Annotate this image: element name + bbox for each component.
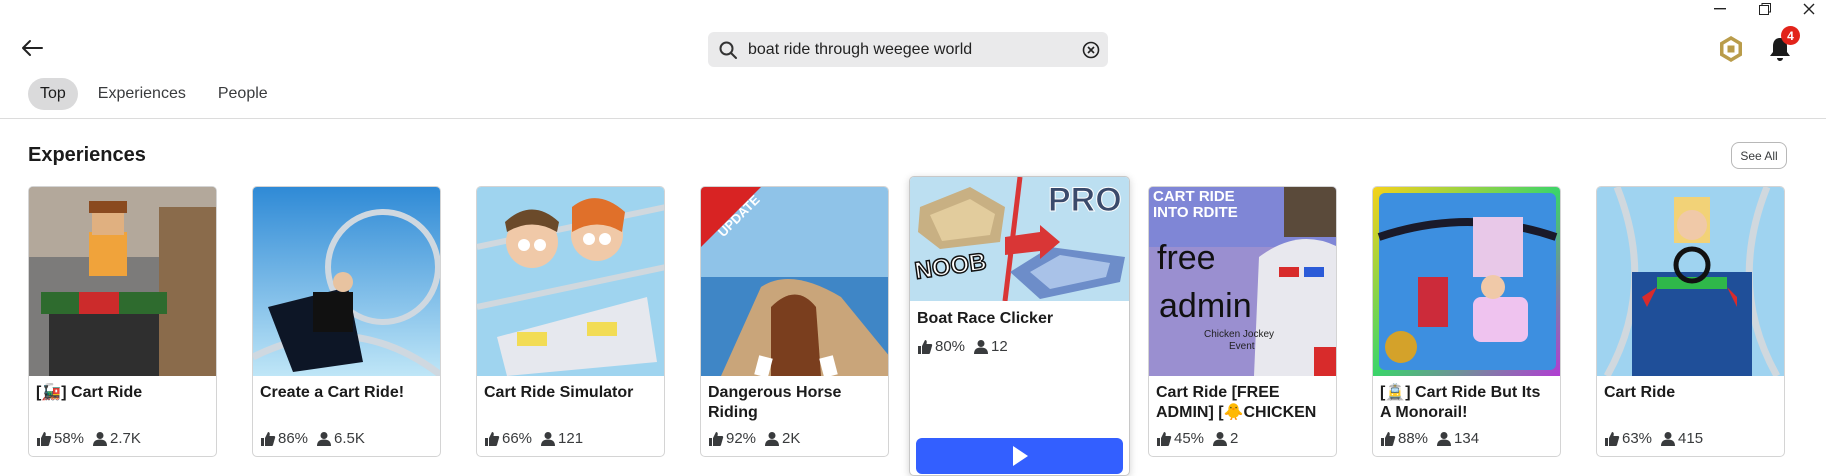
- players-icon: [1213, 431, 1228, 446]
- players-icon: [317, 431, 332, 446]
- experience-title: Dangerous Horse Riding: [708, 384, 842, 421]
- robux-icon: [1720, 36, 1742, 62]
- experience-thumbnail: [1597, 187, 1784, 376]
- experience-thumbnail: UPDATE: [701, 187, 888, 376]
- thumbs-up-icon: [1381, 431, 1396, 446]
- minimize-button[interactable]: [1706, 0, 1734, 18]
- player-count: 2: [1230, 430, 1239, 447]
- experience-card[interactable]: [🚊] Cart Ride But Its A Monorail! 88% 13…: [1372, 186, 1561, 457]
- close-window-button[interactable]: [1795, 0, 1823, 18]
- thumb-text-pro: PRO: [1048, 181, 1122, 219]
- experience-thumbnail: NOOB PRO: [910, 177, 1129, 301]
- experience-thumbnail: [1373, 187, 1560, 376]
- experience-card[interactable]: Cart Ride Simulator 66% 121: [476, 186, 665, 457]
- section-title: Experiences: [28, 144, 146, 166]
- experience-stats: 86% 6.5K: [260, 430, 373, 447]
- player-count: 121: [558, 430, 584, 447]
- experience-stats: 66% 121: [484, 430, 591, 447]
- rating-value: 63%: [1622, 430, 1653, 447]
- experience-stats: 80% 12: [917, 338, 1016, 355]
- thumb-text: INTO RDITE: [1153, 204, 1238, 221]
- experience-thumbnail: [477, 187, 664, 376]
- thumb-text: CART RIDE: [1153, 188, 1235, 205]
- restore-icon: [1759, 3, 1771, 15]
- experience-card[interactable]: UPDATE Dangerous Horse Riding 92% 2K: [700, 186, 889, 457]
- thumbs-up-icon: [709, 431, 724, 446]
- players-icon: [1661, 431, 1676, 446]
- experience-stats: 45% 2: [1156, 430, 1246, 447]
- experience-stats: 92% 2K: [708, 430, 808, 447]
- rating-value: 45%: [1174, 430, 1205, 447]
- players-icon: [974, 339, 989, 354]
- player-count: 134: [1454, 430, 1480, 447]
- player-count: 12: [991, 338, 1008, 355]
- clear-search-button[interactable]: [1074, 32, 1108, 67]
- thumbs-up-icon: [1605, 431, 1620, 446]
- filter-tabs: Top Experiences People: [28, 78, 288, 110]
- thumbs-up-icon: [918, 339, 933, 354]
- tab-people[interactable]: People: [206, 78, 280, 110]
- experience-stats: 88% 134: [1380, 430, 1487, 447]
- experience-title: [🚊] Cart Ride But Its A Monorail!: [1380, 384, 1541, 421]
- thumbs-up-icon: [485, 431, 500, 446]
- experience-thumbnail: CART RIDE INTO RDITE free admin Chicken …: [1149, 187, 1336, 376]
- minimize-icon: [1714, 8, 1726, 10]
- clear-circle-icon: [1082, 41, 1100, 58]
- back-button[interactable]: [14, 32, 50, 64]
- players-icon: [765, 431, 780, 446]
- experience-card[interactable]: Cart Ride 63% 415: [1596, 186, 1785, 457]
- search-icon: [708, 32, 748, 67]
- thumb-text: admin: [1159, 287, 1252, 325]
- experience-card[interactable]: [🚂] Cart Ride 58% 2.7K: [28, 186, 217, 457]
- players-icon: [93, 431, 108, 446]
- play-button[interactable]: [916, 438, 1123, 474]
- experience-card[interactable]: Create a Cart Ride! 86% 6.5K: [252, 186, 441, 457]
- thumbs-up-icon: [37, 431, 52, 446]
- rating-value: 86%: [278, 430, 309, 447]
- player-count: 2K: [782, 430, 801, 447]
- players-icon: [541, 431, 556, 446]
- restore-button[interactable]: [1751, 0, 1779, 18]
- player-count: 415: [1678, 430, 1704, 447]
- thumb-text: Event: [1229, 341, 1255, 352]
- rating-value: 80%: [935, 338, 966, 355]
- experience-stats: 63% 415: [1604, 430, 1711, 447]
- header-divider: [0, 118, 1826, 119]
- experience-card-hovered[interactable]: NOOB PRO Boat Race Clicker 80% 12: [909, 176, 1130, 476]
- thumb-text: free: [1157, 239, 1216, 277]
- player-count: 2.7K: [110, 430, 141, 447]
- search-bar[interactable]: [708, 32, 1108, 67]
- play-icon: [1012, 446, 1028, 466]
- experience-title: [🚂] Cart Ride: [36, 384, 143, 401]
- close-icon: [1803, 3, 1815, 15]
- search-input[interactable]: [748, 32, 1074, 67]
- rating-value: 88%: [1398, 430, 1429, 447]
- players-icon: [1437, 431, 1452, 446]
- experience-title: Create a Cart Ride!: [260, 384, 405, 401]
- arrow-left-icon: [22, 40, 43, 56]
- experience-title: Cart Ride Simulator: [484, 384, 634, 401]
- tab-top[interactable]: Top: [28, 78, 78, 110]
- rating-value: 92%: [726, 430, 757, 447]
- experience-card[interactable]: CART RIDE INTO RDITE free admin Chicken …: [1148, 186, 1337, 457]
- experience-thumbnail: [29, 187, 216, 376]
- experience-stats: 58% 2.7K: [36, 430, 149, 447]
- thumb-text: Chicken Jockey: [1204, 329, 1274, 340]
- thumbs-up-icon: [261, 431, 276, 446]
- experience-title: Boat Race Clicker: [917, 310, 1054, 327]
- experience-title: Cart Ride [FREE ADMIN] [🐥CHICKEN: [1156, 384, 1317, 421]
- rating-value: 66%: [502, 430, 533, 447]
- experience-thumbnail: [253, 187, 440, 376]
- experience-title: Cart Ride: [1604, 384, 1676, 401]
- notification-count-badge: 4: [1781, 26, 1800, 45]
- thumbs-up-icon: [1157, 431, 1172, 446]
- rating-value: 58%: [54, 430, 85, 447]
- robux-button[interactable]: [1716, 33, 1746, 65]
- player-count: 6.5K: [334, 430, 365, 447]
- see-all-button[interactable]: See All: [1731, 142, 1787, 169]
- tab-experiences[interactable]: Experiences: [86, 78, 198, 110]
